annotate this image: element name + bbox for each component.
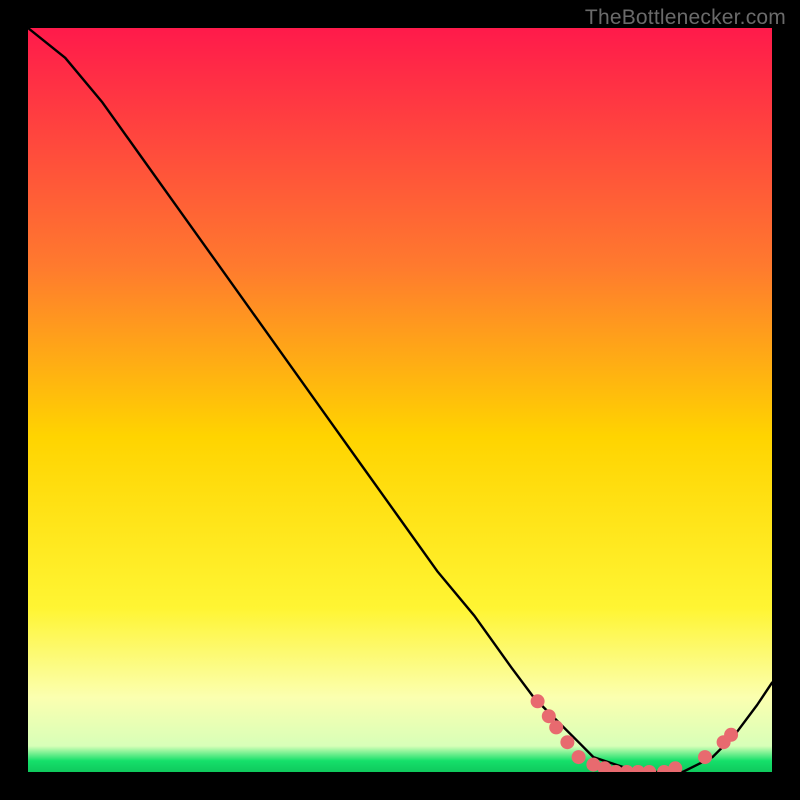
marker-dot bbox=[560, 735, 574, 749]
marker-dot bbox=[531, 694, 545, 708]
watermark-text: TheBottlenecker.com bbox=[585, 6, 786, 30]
marker-dot bbox=[549, 720, 563, 734]
chart-svg bbox=[28, 28, 772, 772]
marker-dot bbox=[724, 728, 738, 742]
marker-dot bbox=[698, 750, 712, 764]
plot-area bbox=[28, 28, 772, 772]
gradient-background bbox=[28, 28, 772, 772]
marker-dot bbox=[572, 750, 586, 764]
chart-stage: TheBottlenecker.com bbox=[0, 0, 800, 800]
